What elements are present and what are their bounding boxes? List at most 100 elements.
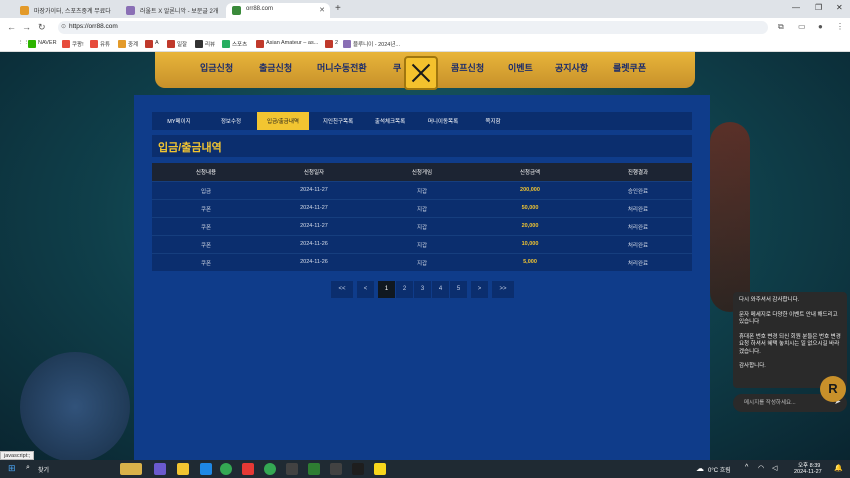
bookmark-item[interactable]: 블루니이 - 2024년...: [343, 40, 400, 48]
nav-money-transfer[interactable]: 머니수동전환: [317, 61, 367, 74]
bookmark-favicon-icon: [343, 40, 351, 48]
profile-icon[interactable]: ●: [818, 22, 823, 31]
tab-friends[interactable]: 지인친구목록: [312, 112, 364, 130]
bookmark-item[interactable]: 중계: [118, 40, 138, 48]
header-cell: 신청금액: [519, 170, 541, 176]
menu-icon[interactable]: ⋮: [836, 22, 844, 31]
close-tab-icon[interactable]: ✕: [319, 6, 325, 14]
tab-favicon-icon: [20, 6, 29, 15]
browser-tab-2[interactable]: 러울트 X 알론니악 - 보문글 2개: [120, 3, 224, 18]
page-button[interactable]: 2: [396, 281, 413, 298]
tray-chevron-icon[interactable]: ^: [745, 464, 748, 471]
browser-tab-active[interactable]: orr88.com ✕: [226, 3, 330, 18]
chrome-active-icon[interactable]: [264, 463, 276, 475]
back-icon[interactable]: ←: [7, 22, 16, 32]
nav-comp[interactable]: 콤프신청: [451, 61, 484, 74]
taskbar-search[interactable]: 찾기: [38, 465, 49, 474]
edge-icon[interactable]: [200, 463, 212, 475]
notification-icon[interactable]: 🔔: [834, 464, 843, 472]
bookmark-item[interactable]: Asian Amateur – as...: [256, 40, 318, 48]
new-tab-icon[interactable]: +: [335, 3, 341, 14]
page-button-active[interactable]: 1: [378, 281, 395, 298]
bookmark-favicon-icon: [256, 40, 264, 48]
date-cell: 2024-11-26: [300, 241, 328, 247]
close-icon[interactable]: [404, 56, 438, 90]
minimize-icon[interactable]: —: [792, 3, 800, 12]
url-input[interactable]: ⊙ https://orr88.com: [58, 21, 768, 34]
next-page-button[interactable]: >: [471, 281, 488, 298]
bookmark-item[interactable]: 쿠팡!: [62, 40, 84, 48]
volume-icon[interactable]: ◁: [772, 464, 777, 472]
subtab-bar: MY페이지 정보수정 입금/출금내역 지인친구목록 출석체크목록 머니이동목록 …: [152, 112, 692, 130]
extensions-icon[interactable]: ⧉: [778, 22, 784, 32]
network-icon[interactable]: ◠: [758, 464, 764, 472]
bookmark-favicon-icon: [145, 40, 153, 48]
tab-edit-info[interactable]: 정보수정: [206, 112, 256, 130]
prev-page-button[interactable]: <: [357, 281, 374, 298]
page-button[interactable]: 5: [450, 281, 467, 298]
amount-cell: 10,000: [521, 241, 539, 247]
nav-coupon[interactable]: 쿠: [393, 61, 401, 74]
nav-event[interactable]: 이벤트: [508, 61, 533, 74]
header-cell: 진행결과: [627, 170, 649, 176]
page-button[interactable]: 4: [432, 281, 449, 298]
status-cell: 처리완료: [627, 261, 649, 267]
weather-text[interactable]: 0°C 흐림: [708, 465, 731, 474]
last-page-button[interactable]: >>: [492, 281, 514, 298]
bookmark-item[interactable]: 일잘: [167, 40, 187, 48]
bookmark-favicon-icon: [222, 40, 230, 48]
file-explorer-icon[interactable]: [177, 463, 189, 475]
tab-mypage[interactable]: MY페이지: [152, 112, 206, 130]
taskbar-app-icon[interactable]: [330, 463, 342, 475]
taskbar-app-icon[interactable]: [154, 463, 166, 475]
nav-withdraw[interactable]: 출금신청: [259, 61, 292, 74]
nav-roulette-coupon[interactable]: 룰렛쿠폰: [613, 61, 646, 74]
close-window-icon[interactable]: ✕: [836, 3, 843, 12]
first-page-button[interactable]: <<: [331, 281, 353, 298]
clock-date[interactable]: 2024-11-27: [794, 469, 822, 475]
windows-start-icon[interactable]: ⊞: [8, 463, 16, 474]
windows-taskbar: ⊞ ⌕ 찾기 ☁ 0°C 흐림 ^ ◠ ◁ 오후 8:39 2024-11-27…: [0, 460, 850, 478]
kakaotalk-icon[interactable]: [374, 463, 386, 475]
taskbar-app-icon[interactable]: [286, 463, 298, 475]
chrome-icon[interactable]: [220, 463, 232, 475]
sidebar-icon[interactable]: ▭: [798, 22, 806, 31]
apps-icon[interactable]: ⋮⋮: [8, 40, 29, 46]
reload-icon[interactable]: ↻: [38, 22, 46, 33]
chat-message: 감사합니다.: [739, 363, 766, 369]
bookmark-item[interactable]: 유튜: [90, 40, 110, 48]
tab-deposit-history[interactable]: 입금/출금내역: [257, 112, 309, 130]
taskbar-app-icon[interactable]: [352, 463, 364, 475]
tab-money-move[interactable]: 머니이동목록: [416, 112, 470, 130]
type-cell: 쿠폰: [200, 207, 212, 213]
nav-deposit[interactable]: 입금신청: [200, 61, 233, 74]
game-cell: 지갑: [416, 225, 428, 231]
taskbar-app-icon[interactable]: [242, 463, 254, 475]
status-bar-link: javascript:;: [0, 451, 35, 460]
nav-notice[interactable]: 공지사항: [555, 61, 588, 74]
bookmark-item[interactable]: 스포츠: [222, 40, 247, 48]
bookmark-favicon-icon: [118, 40, 126, 48]
type-cell: 쿠폰: [200, 261, 212, 267]
tab-attendance[interactable]: 출석체크목록: [364, 112, 416, 130]
bookmark-item[interactable]: 2: [325, 40, 338, 48]
taskbar-widget-icon[interactable]: [120, 463, 142, 475]
clock-time[interactable]: 오후 8:39: [798, 461, 820, 469]
browser-tab-1[interactable]: 마장가이터, 스포츠중계 무료다: [14, 3, 117, 18]
taskbar-app-icon[interactable]: [308, 463, 320, 475]
forward-icon[interactable]: →: [22, 22, 31, 32]
tab-messages[interactable]: 쪽지함: [470, 112, 516, 130]
restore-icon[interactable]: ❐: [815, 3, 822, 12]
section-title-bar: 입금/출금내역: [152, 135, 692, 157]
type-cell: 쿠폰: [200, 225, 212, 231]
bookmark-item[interactable]: NAVER: [28, 40, 57, 48]
table-row: 쿠폰 2024-11-27 지갑 50,000 처리완료: [152, 199, 692, 217]
page-button[interactable]: 3: [414, 281, 431, 298]
bookmark-item[interactable]: A: [145, 40, 159, 48]
taskbar-search-icon[interactable]: ⌕: [26, 464, 30, 472]
status-cell: 처리완료: [627, 225, 649, 231]
bookmarks-bar: ⋮⋮ NAVER 쿠팡! 유튜 중계 A 일잘 리뷰 스포츠 Asian Ama…: [0, 37, 850, 52]
site-info-icon[interactable]: ⊙: [61, 23, 66, 30]
bookmark-item[interactable]: 리뷰: [195, 40, 215, 48]
decorative-character: [20, 352, 130, 460]
